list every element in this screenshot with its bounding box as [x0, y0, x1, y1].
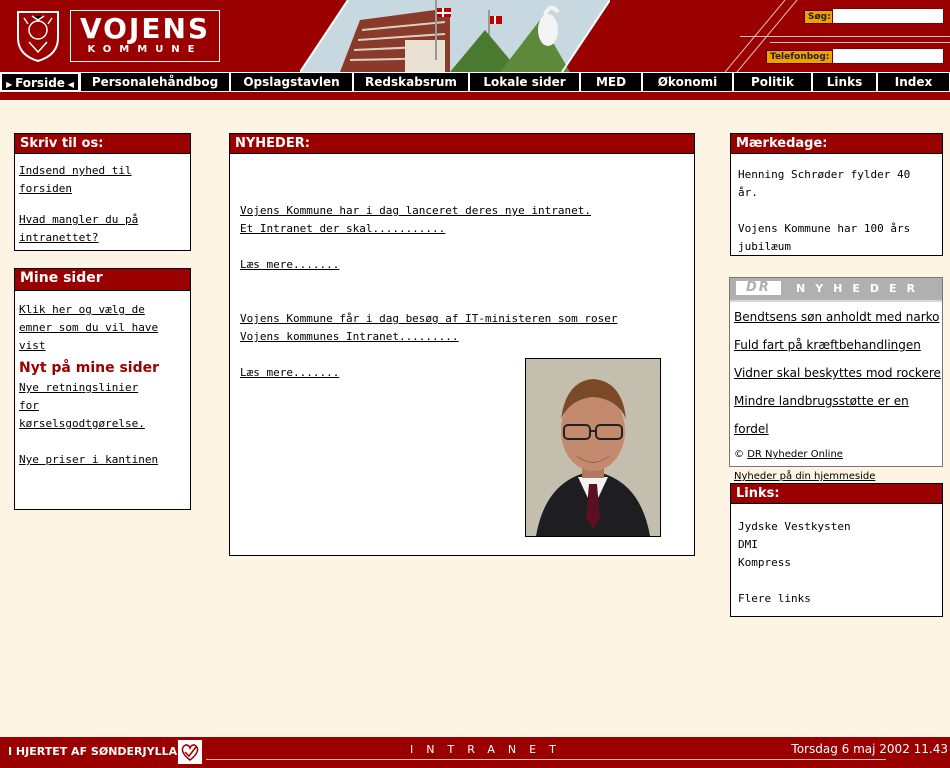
mileage-rules-link[interactable]: Nye retningslinier for kørselsgodtgørels… [19, 379, 159, 433]
links-item[interactable]: Kompress [738, 554, 935, 572]
my-pages-title: Mine sider [15, 269, 190, 291]
dr-news-item[interactable]: Vidner skal beskyttes mod rockere [734, 359, 942, 387]
nav-item-personalehaandbog[interactable]: Personalehåndbog [81, 73, 229, 91]
submit-news-link[interactable]: Indsend nyhed til forsiden [19, 162, 186, 198]
links-item[interactable]: DMI [738, 536, 935, 554]
nav-item-links[interactable]: Links [813, 73, 876, 91]
footer-slogan: I HJERTET AF SØNDERJYLLAND [8, 745, 196, 758]
links-box: Links: Jydske Vestkysten DMI Kompress Fl… [730, 483, 943, 617]
header-photo-banner [300, 0, 610, 72]
dr-logo: DR [736, 281, 781, 295]
coat-of-arms-icon [17, 11, 59, 62]
news-item-2-teaser[interactable]: Vojens kommunes Intranet......... [240, 328, 618, 346]
nav-underline [0, 92, 950, 101]
arrow-right-icon: ▶ [6, 80, 16, 89]
news-item-1-teaser[interactable]: Et Intranet der skal........... [240, 220, 618, 238]
footer-divider [206, 759, 886, 760]
dr-source-link[interactable]: DR Nyheder Online [747, 449, 843, 460]
footer-datetime: Torsdag 6 maj 2002 11.43 [791, 742, 948, 756]
logo-title: VOJENS [79, 12, 211, 45]
write-us-title: Skriv til os: [15, 134, 190, 154]
notable-days-title: Mærkedage: [731, 134, 942, 154]
more-links-link[interactable]: Flere links [738, 590, 935, 608]
links-item[interactable]: Jydske Vestkysten [738, 518, 935, 536]
news-title: NYHEDER: [230, 134, 694, 154]
missing-intranet-link[interactable]: Hvad mangler du på intranettet? [19, 211, 149, 247]
search-input[interactable] [832, 8, 944, 24]
nav-item-med[interactable]: MED [581, 73, 641, 91]
nav-item-oekonomi[interactable]: Økonomi [643, 73, 732, 91]
links-title: Links: [731, 484, 942, 504]
arrow-left-icon: ◀ [64, 80, 74, 89]
news-box: NYHEDER: Vojens Kommune har i dag lancer… [229, 133, 695, 556]
dr-news-item[interactable]: Fuld fart på kræftbehandlingen [734, 331, 942, 359]
phonebook-label: Telefonbog: [766, 50, 834, 64]
phonebook-input[interactable] [832, 48, 944, 64]
nav-item-lokale-sider[interactable]: Lokale sider [470, 73, 579, 91]
dr-news-item[interactable]: Mindre landbrugsstøtte er en fordel [734, 387, 942, 443]
site-footer: I HJERTET AF SØNDERJYLLAND INTRANET Tors… [0, 737, 950, 768]
canteen-prices-link[interactable]: Nye priser i kantinen [19, 451, 186, 469]
news-item-2-headline[interactable]: Vojens Kommune får i dag besøg af IT-min… [240, 310, 618, 328]
nav-item-forside[interactable]: ▶ Forside ◀ [1, 73, 79, 91]
notable-days-box: Mærkedage: Henning Schrøder fylder 40 år… [730, 133, 943, 256]
footer-intranet-label: INTRANET [410, 743, 569, 756]
nav-item-index[interactable]: Index [878, 73, 949, 91]
nav-item-opslagstavlen[interactable]: Opslagstavlen [231, 73, 352, 91]
write-us-box: Skriv til os: Indsend nyhed til forsiden… [14, 133, 191, 251]
my-pages-news-heading: Nyt på mine sider [19, 360, 160, 376]
heart-emblem-icon [178, 740, 202, 764]
nav-item-politik[interactable]: Politik [734, 73, 811, 91]
choose-topics-link[interactable]: Klik her og vælg de emner som du vil hav… [19, 301, 159, 355]
dr-news-box: DR NYHEDER Bendtsens søn anholdt med nar… [729, 277, 943, 482]
dr-news-item[interactable]: Bendtsens søn anholdt med narko [734, 303, 942, 331]
news-item-1-headline[interactable]: Vojens Kommune har i dag lanceret deres … [240, 202, 618, 220]
notable-day-1: Henning Schrøder fylder 40 år. [738, 168, 911, 199]
logo-subtitle: KOMMUNE [87, 44, 203, 55]
news-item-1-read-more[interactable]: Læs mere....... [240, 256, 618, 274]
site-logo[interactable]: VOJENS KOMMUNE [70, 10, 220, 62]
search-label: Søg: [804, 10, 835, 24]
nav-item-redskabsrum[interactable]: Redskabsrum [354, 73, 468, 91]
copyright-icon: © [734, 449, 744, 460]
main-nav: ▶ Forside ◀ Personalehåndbog Opslagstavl… [0, 72, 950, 92]
notable-day-2: Vojens Kommune har 100 års jubilæum [738, 222, 911, 253]
minister-portrait-image [525, 358, 661, 537]
my-pages-box: Mine sider Klik her og vælg de emner som… [14, 268, 191, 510]
site-header: VOJENS KOMMUNE Søg: Telefonbog: [0, 0, 950, 72]
dr-news-header: DR NYHEDER [730, 278, 942, 302]
dr-news-label: NYHEDER [796, 282, 926, 295]
